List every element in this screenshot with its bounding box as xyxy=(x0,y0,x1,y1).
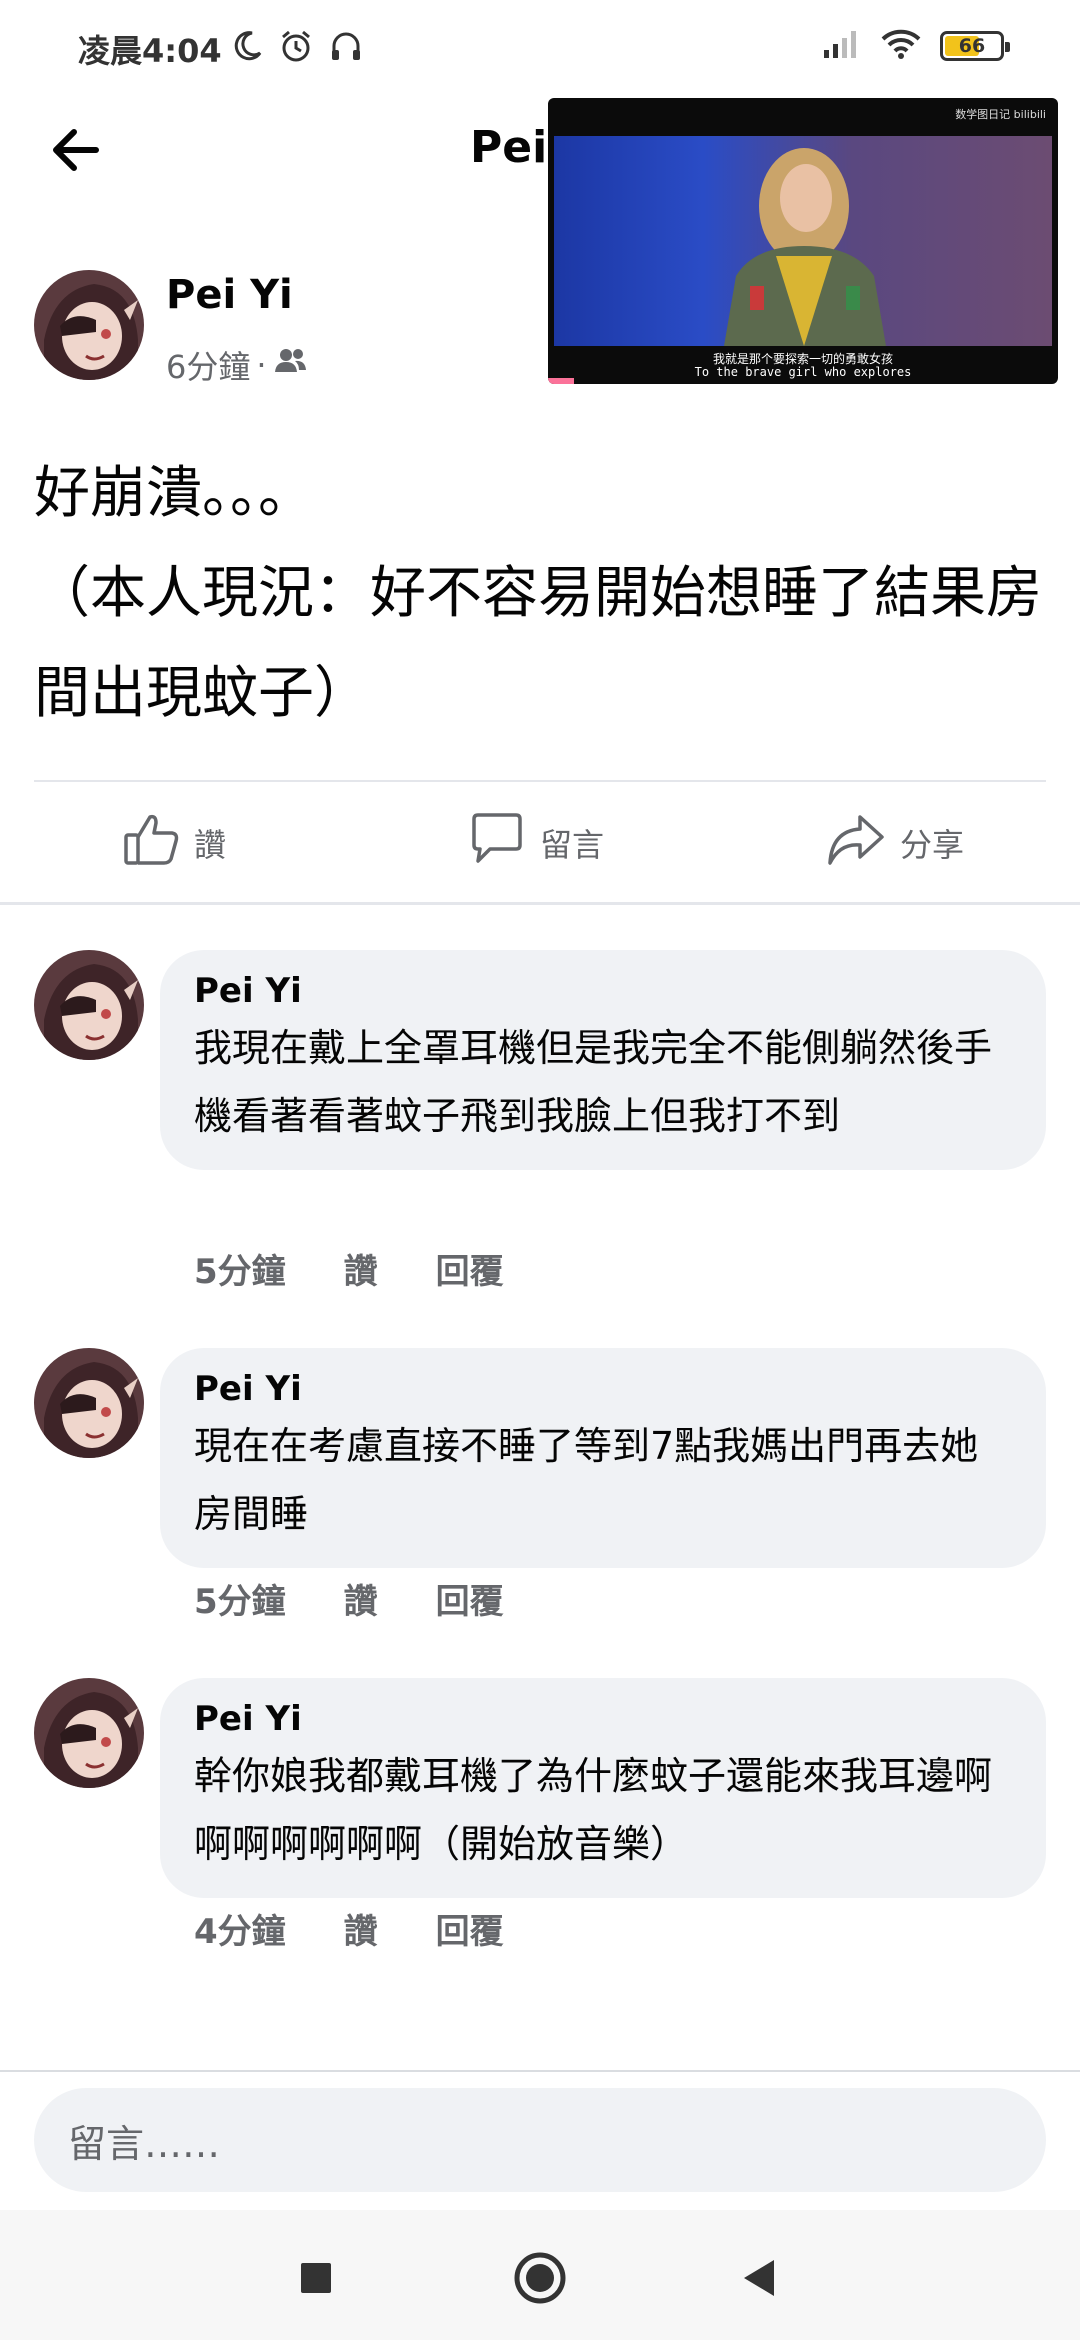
battery-level: 66 xyxy=(958,35,986,57)
comment-like-button[interactable]: 讚 xyxy=(344,1904,378,1953)
comment-meta: 4分鐘 讚 回覆 xyxy=(194,1904,504,1953)
battery-icon: 66 xyxy=(940,31,1010,61)
status-bar: 凌晨4:04 66 xyxy=(0,0,1080,96)
square-icon xyxy=(299,2261,333,2299)
signal-icon xyxy=(822,28,862,64)
comment-avatar[interactable] xyxy=(34,1348,144,1458)
post-divider xyxy=(34,780,1046,782)
video-frame xyxy=(554,136,1052,346)
share-arrow-icon xyxy=(826,811,886,875)
status-icons-right: 66 xyxy=(822,28,1010,64)
composer-divider xyxy=(0,2070,1080,2072)
thumbs-up-icon xyxy=(122,811,180,875)
comment-reply-button[interactable]: 回覆 xyxy=(436,1574,504,1623)
comment-input-placeholder: 留言…… xyxy=(68,2121,221,2166)
comment-time[interactable]: 5分鐘 xyxy=(194,1574,286,1623)
comment-bubble[interactable]: Pei Yi 現在在考慮直接不睡了等到7點我媽出門再去她房間睡 xyxy=(160,1348,1046,1568)
avatar-illustration xyxy=(34,270,144,380)
comment-author[interactable]: Pei Yi xyxy=(194,1366,1012,1412)
comment-avatar[interactable] xyxy=(34,950,144,1060)
comment-text: 我現在戴上全罩耳機但是我完全不能側躺然後手機看著看著蚊子飛到我臉上但我打不到 xyxy=(194,1026,993,1138)
share-label: 分享 xyxy=(900,826,965,864)
post-author-avatar[interactable] xyxy=(34,270,144,380)
video-progress-bar xyxy=(548,378,574,384)
comment-text: 現在在考慮直接不睡了等到7點我媽出門再去她房間睡 xyxy=(194,1424,979,1536)
system-nav-bar xyxy=(0,2210,1080,2340)
comment-author[interactable]: Pei Yi xyxy=(194,1696,1012,1742)
post-text: 好崩潰。。。 （本人現況：好不容易開始想睡了結果房間出現蚊子） xyxy=(34,461,1042,726)
video-watermark: 数学图日记 bilibili xyxy=(955,108,1046,121)
alarm-icon xyxy=(278,28,314,68)
back-button[interactable] xyxy=(40,116,112,188)
wifi-icon xyxy=(880,28,922,64)
comment-label: 留言 xyxy=(540,826,605,864)
comment-button[interactable]: 留言 xyxy=(468,808,604,878)
comment-bubble[interactable]: Pei Yi 我現在戴上全罩耳機但是我完全不能側躺然後手機看著看著蚊子飛到我臉上… xyxy=(160,950,1046,1170)
comment-time[interactable]: 4分鐘 xyxy=(194,1904,286,1953)
status-time: 凌晨4:04 xyxy=(78,32,222,70)
header-title: Pei xyxy=(470,122,548,173)
avatar-illustration xyxy=(34,1348,144,1458)
share-button[interactable]: 分享 xyxy=(826,808,964,878)
recents-button[interactable] xyxy=(276,2240,356,2320)
comment-input[interactable]: 留言…… xyxy=(34,2088,1046,2192)
comment-like-button[interactable]: 讚 xyxy=(344,1574,378,1623)
headphones-icon xyxy=(328,28,364,68)
comment-meta: 5分鐘 讚 回覆 xyxy=(194,1244,504,1293)
like-button[interactable]: 讚 xyxy=(122,808,226,878)
post-time[interactable]: 6分鐘 xyxy=(166,342,250,388)
arrow-left-icon xyxy=(46,120,106,184)
comment-like-button[interactable]: 讚 xyxy=(344,1244,378,1293)
triangle-back-icon xyxy=(740,2258,780,2302)
comment-time[interactable]: 5分鐘 xyxy=(194,1244,286,1293)
comment-text: 幹你娘我都戴耳機了為什麼蚊子還能來我耳邊啊啊啊啊啊啊啊（開始放音樂） xyxy=(194,1754,993,1866)
comment-reply-button[interactable]: 回覆 xyxy=(436,1244,504,1293)
status-icons-left xyxy=(230,28,364,68)
comment-avatar[interactable] xyxy=(34,1678,144,1788)
circle-icon xyxy=(513,2251,567,2309)
video-performer-image xyxy=(554,136,1052,346)
comment-meta: 5分鐘 讚 回覆 xyxy=(194,1574,504,1623)
moon-icon xyxy=(230,29,264,67)
comment-bubble[interactable]: Pei Yi 幹你娘我都戴耳機了為什麼蚊子還能來我耳邊啊啊啊啊啊啊啊（開始放音樂… xyxy=(160,1678,1046,1898)
section-divider xyxy=(0,902,1080,905)
meta-separator: · xyxy=(256,346,267,384)
avatar-illustration xyxy=(34,950,144,1060)
post-meta: 6分鐘 · xyxy=(166,342,307,388)
video-subtitle-en: To the brave girl who explores xyxy=(694,365,912,379)
like-label: 讚 xyxy=(194,826,227,864)
battery-tip xyxy=(1005,42,1010,52)
avatar-illustration xyxy=(34,1678,144,1788)
speech-bubble-icon xyxy=(468,811,526,875)
friends-icon xyxy=(273,346,307,384)
floating-video-player[interactable]: 数学图日记 bilibili 我就是那个要探索一切的勇敢女孩 To the br… xyxy=(548,98,1058,384)
comment-author[interactable]: Pei Yi xyxy=(194,968,1012,1014)
home-button[interactable] xyxy=(500,2240,580,2320)
post-author-name[interactable]: Pei Yi xyxy=(166,272,293,318)
system-back-button[interactable] xyxy=(720,2240,800,2320)
comment-reply-button[interactable]: 回覆 xyxy=(436,1904,504,1953)
